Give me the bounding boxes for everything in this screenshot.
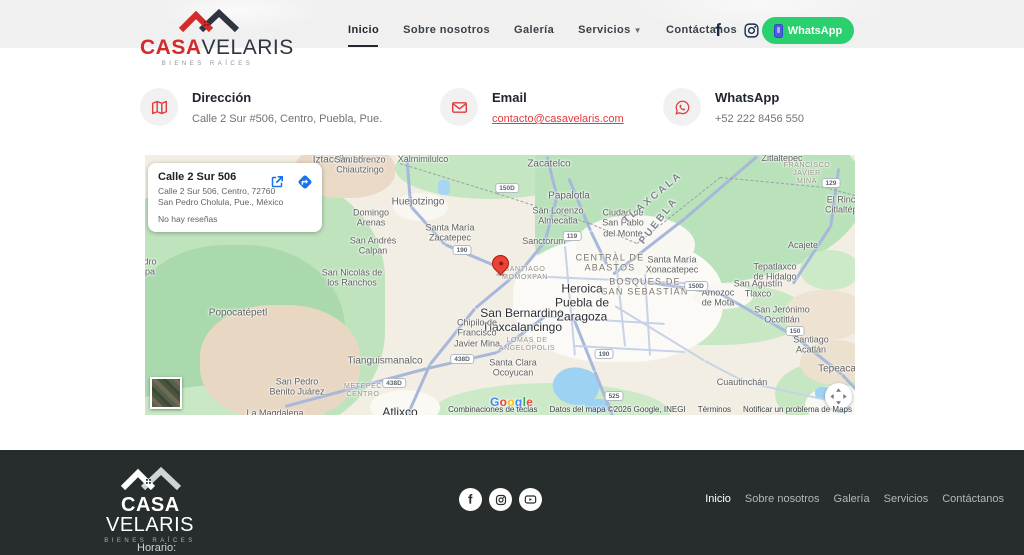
- chevron-down-icon: ▼: [634, 26, 642, 35]
- terms-link[interactable]: Términos: [698, 405, 731, 414]
- contact-value: +52 222 8456 550: [715, 113, 804, 125]
- footer-link-galeria[interactable]: Galería: [834, 493, 870, 505]
- route-shield: 190: [453, 245, 472, 255]
- route-shield: 438D: [450, 354, 474, 364]
- map-info-card: Calle 2 Sur 506 Calle 2 Sur 506, Centro,…: [148, 163, 322, 232]
- map-data-copyright: Datos del mapa ©2026 Google, INEGI: [550, 405, 686, 414]
- google-map[interactable]: IztaccíhuatlSan Lorenzo ChiautzingoXalmi…: [145, 155, 855, 415]
- contact-title: Email: [492, 90, 624, 105]
- youtube-icon[interactable]: [519, 488, 542, 511]
- route-shield: 150: [786, 326, 805, 336]
- footer-link-contactanos[interactable]: Contáctanos: [942, 493, 1004, 505]
- route-shield: 190: [595, 349, 614, 359]
- route-shield: 119: [563, 231, 582, 241]
- site-footer: CASA VELARIS BIENES RAÍCES Inicio Sobre …: [0, 450, 1024, 555]
- whatsapp-button[interactable]: WhatsApp: [762, 17, 854, 44]
- facebook-icon[interactable]: [459, 488, 482, 511]
- footer-nav: Inicio Sobre nosotros Galería Servicios …: [705, 493, 1004, 505]
- contact-card-email: Email contacto@casavelaris.com: [440, 88, 624, 126]
- site-header: CASAVELARIS BIENES RAÍCES Inicio Sobre n…: [0, 0, 1024, 62]
- map-label: Santa Clara Ocoyucan: [489, 358, 537, 379]
- roof-logo-icon: [119, 466, 181, 490]
- map-attribution: Combinaciones de teclas Datos del mapa ©…: [448, 405, 852, 414]
- contact-card-direccion: Dirección Calle 2 Sur #506, Centro, Pueb…: [140, 88, 382, 126]
- footer-link-sobre-nosotros[interactable]: Sobre nosotros: [745, 493, 820, 505]
- directions-icon[interactable]: [296, 173, 314, 191]
- page: CASAVELARIS BIENES RAÍCES Inicio Sobre n…: [0, 0, 1024, 555]
- nav-item-sobre-nosotros[interactable]: Sobre nosotros: [403, 24, 490, 47]
- contact-card-whatsapp: WhatsApp +52 222 8456 550: [663, 88, 804, 126]
- contact-title: Dirección: [192, 90, 382, 105]
- route-shield: 525: [605, 391, 624, 401]
- report-problem-link[interactable]: Notificar un problema de Maps: [743, 405, 852, 414]
- logo-wordmark: CASAVELARIS: [140, 37, 275, 58]
- footer-social: [459, 488, 542, 511]
- nav-item-inicio[interactable]: Inicio: [348, 24, 379, 47]
- nav-item-galeria[interactable]: Galería: [514, 24, 554, 47]
- logo-wordmark: CASA VELARIS: [85, 495, 215, 535]
- map-card-reviews: No hay reseñas: [158, 214, 312, 224]
- keyboard-shortcuts-link[interactable]: Combinaciones de teclas: [448, 405, 537, 414]
- footer-link-inicio[interactable]: Inicio: [705, 493, 731, 505]
- contact-value: Calle 2 Sur #506, Centro, Puebla, Pue.: [192, 113, 382, 125]
- nav-item-servicios[interactable]: Servicios▼: [578, 24, 642, 47]
- schedule-label: Horario:: [137, 542, 176, 554]
- header-logo[interactable]: CASAVELARIS BIENES RAÍCES: [140, 8, 275, 67]
- map-pin[interactable]: [492, 255, 509, 276]
- contact-title: WhatsApp: [715, 90, 804, 105]
- map-icon: [140, 88, 178, 126]
- route-shield: 438D: [382, 378, 406, 388]
- footer-link-servicios[interactable]: Servicios: [884, 493, 929, 505]
- roof-logo-icon: [177, 8, 239, 32]
- contact-info-section: Dirección Calle 2 Sur #506, Centro, Pueb…: [0, 88, 1024, 144]
- instagram-icon[interactable]: [489, 488, 512, 511]
- satellite-toggle[interactable]: [150, 377, 182, 409]
- footer-logo[interactable]: CASA VELARIS BIENES RAÍCES: [85, 466, 215, 544]
- whatsapp-icon: [663, 88, 701, 126]
- instagram-icon[interactable]: [743, 22, 760, 39]
- facebook-icon[interactable]: [710, 22, 727, 39]
- route-shield: 129: [822, 178, 841, 188]
- email-icon: [440, 88, 478, 126]
- route-shield: 150D: [684, 281, 708, 291]
- logo-tagline: BIENES RAÍCES: [140, 61, 275, 67]
- main-nav: Inicio Sobre nosotros Galería Servicios▼…: [348, 24, 737, 47]
- header-social: [710, 22, 760, 39]
- map-road: [705, 360, 746, 383]
- phone-icon: [774, 24, 783, 38]
- open-in-maps-icon[interactable]: [268, 173, 286, 191]
- route-shield: 150D: [495, 183, 519, 193]
- email-link[interactable]: contacto@casavelaris.com: [492, 113, 624, 125]
